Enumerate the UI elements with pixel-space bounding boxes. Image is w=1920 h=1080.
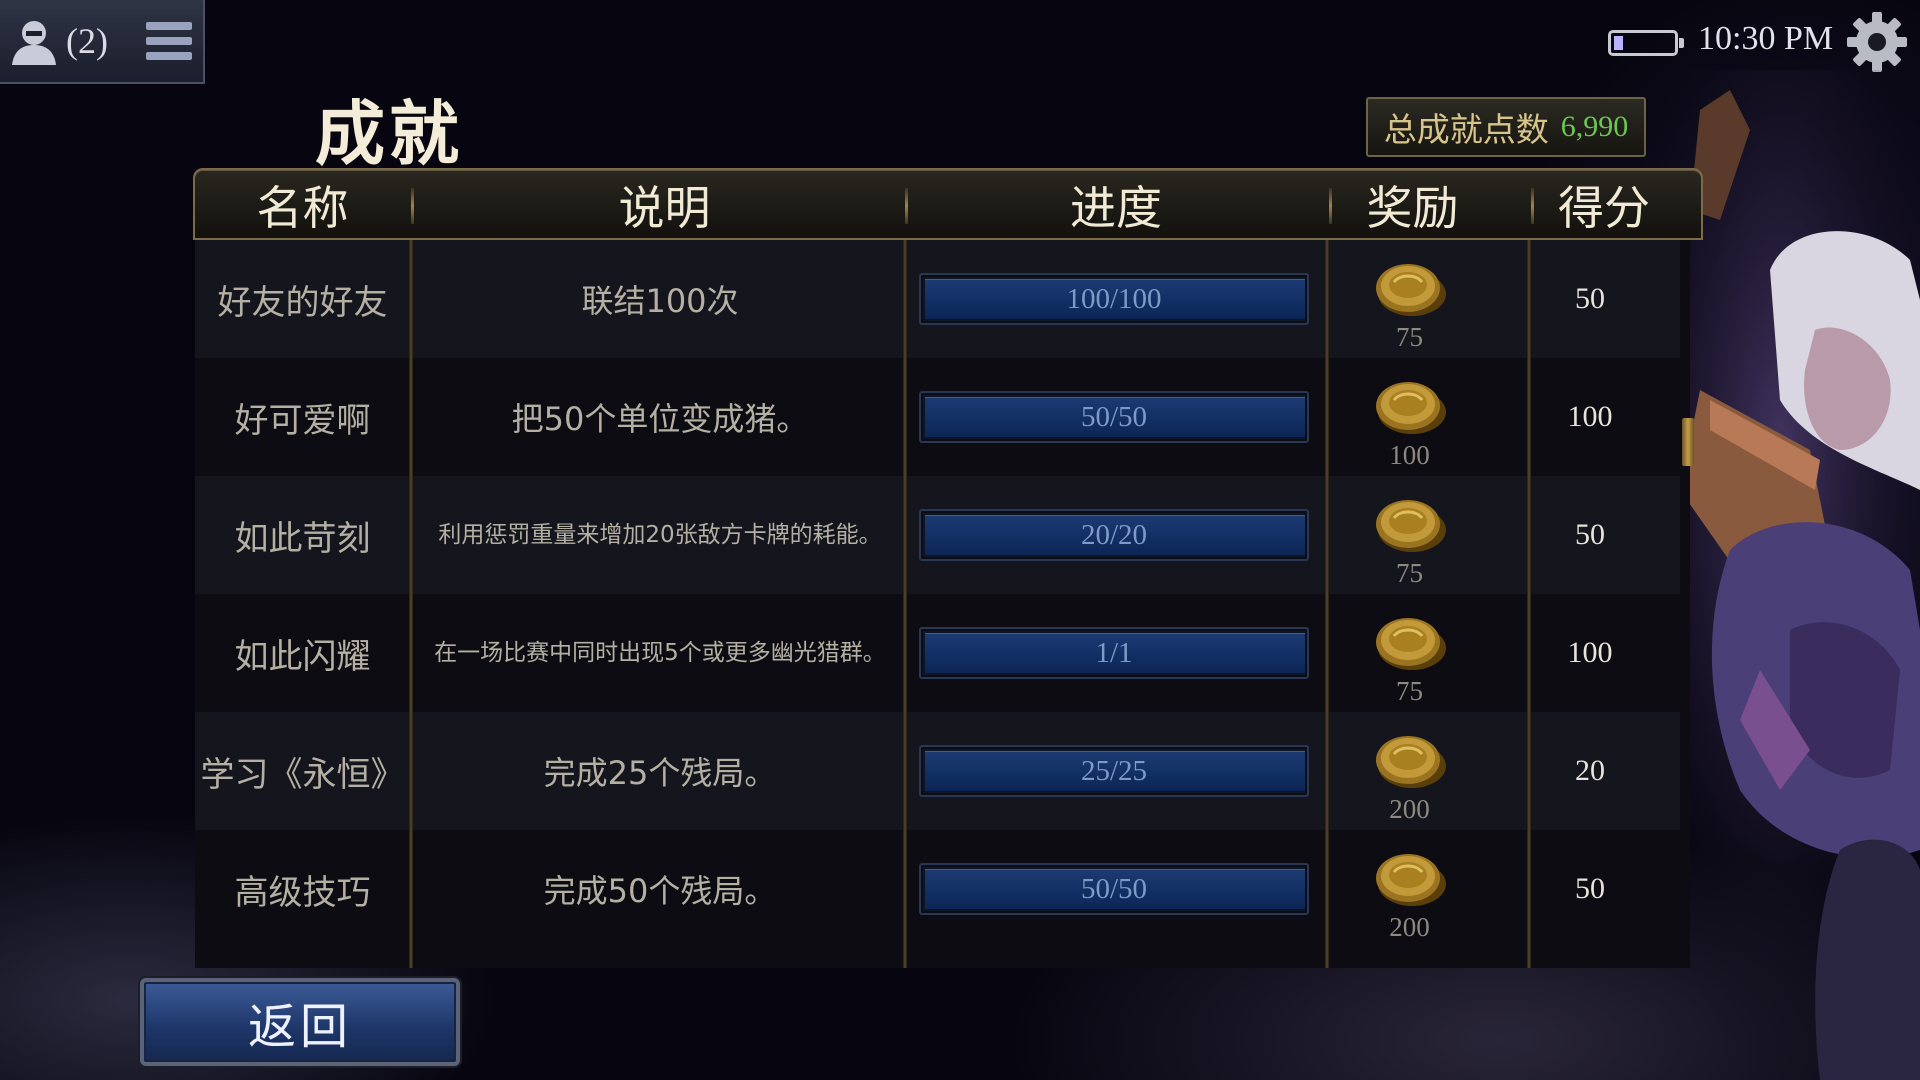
- achievement-name: 好可爱啊: [234, 400, 371, 441]
- battery-icon: [1608, 30, 1684, 56]
- header-description: 说明: [618, 181, 711, 235]
- achievement-name: 如此苛刻: [234, 518, 371, 559]
- achievement-score: 50: [1575, 872, 1605, 905]
- menu-button[interactable]: [145, 22, 192, 60]
- gold-coin-icon: [1375, 736, 1446, 788]
- reward-amount: 75: [1396, 322, 1423, 352]
- page-title: 成就: [315, 93, 463, 175]
- table-body[interactable]: 好友的好友 联结100次 100/100 75 50 好可爱啊 把50个单位变成…: [195, 240, 1690, 968]
- achievement-reward: 100: [1327, 358, 1492, 476]
- scrollbar-thumb[interactable]: [1682, 418, 1694, 466]
- achievement-reward: 200: [1327, 712, 1492, 830]
- total-points-label: 总成就点数: [1383, 110, 1549, 149]
- menu-icon-bar: [145, 22, 192, 30]
- battery-level: [1614, 36, 1623, 50]
- progress-text: 20/20: [1080, 518, 1148, 551]
- settings-button[interactable]: [1845, 10, 1909, 74]
- reward-amount: 200: [1389, 912, 1430, 942]
- header-progress: 进度: [1070, 181, 1162, 235]
- menu-icon-bar: [145, 52, 192, 60]
- table-header: 名称 说明 进度 奖励 得分: [193, 168, 1703, 240]
- gold-coin-icon: [1375, 854, 1446, 906]
- gold-coin-icon: [1375, 264, 1446, 316]
- friends-count: (2): [66, 21, 108, 61]
- achievement-row: 学习《永恒》 完成25个残局。 25/25 200 20: [195, 712, 1680, 830]
- achievement-name: 好友的好友: [217, 282, 388, 323]
- progress-text: 50/50: [1080, 400, 1148, 433]
- achievement-description: 完成25个残局。: [543, 754, 777, 792]
- reward-amount: 75: [1396, 558, 1423, 588]
- achievements-table: 名称 说明 进度 奖励 得分 好友的好友 联结100次 100/100 75 5…: [193, 168, 1703, 968]
- achievement-score: 50: [1575, 282, 1605, 315]
- progress-bar: 25/25: [919, 745, 1309, 797]
- achievement-reward: 75: [1327, 594, 1492, 712]
- friends-widget: (2): [0, 0, 205, 84]
- gear-icon: [1847, 12, 1907, 72]
- menu-icon-bar: [145, 37, 192, 45]
- achievement-description: 在一场比赛中同时出现5个或更多幽光猎群。: [434, 640, 886, 666]
- back-button[interactable]: 返回: [140, 978, 460, 1066]
- achievement-progress: 20/20: [919, 476, 1309, 594]
- achievement-description: 完成50个残局。: [543, 872, 777, 910]
- reward-amount: 100: [1389, 440, 1430, 470]
- reward-amount: 75: [1396, 676, 1423, 706]
- progress-text: 50/50: [1080, 872, 1148, 905]
- header-divider: [905, 188, 908, 224]
- achievement-reward: 75: [1327, 240, 1492, 358]
- header-score: 得分: [1558, 181, 1650, 235]
- total-points-value: 6,990: [1560, 110, 1629, 143]
- header-reward: 奖励: [1366, 181, 1459, 235]
- gold-coin-icon: [1375, 500, 1446, 552]
- achievement-description: 利用惩罚重量来增加20张敌方卡牌的耗能。: [438, 522, 882, 548]
- achievement-name: 如此闪耀: [234, 636, 371, 677]
- achievement-reward: 75: [1327, 476, 1492, 594]
- achievement-description: 把50个单位变成猪。: [511, 400, 809, 438]
- achievement-row: 如此闪耀 在一场比赛中同时出现5个或更多幽光猎群。 1/1 75 100: [195, 594, 1680, 712]
- reward-amount: 200: [1389, 794, 1430, 824]
- header-name: 名称: [256, 181, 349, 235]
- friends-icon: [12, 21, 56, 65]
- achievement-name: 学习《永恒》: [200, 754, 405, 795]
- progress-text: 1/1: [1095, 636, 1133, 669]
- achievement-description: 联结100次: [581, 282, 739, 320]
- gold-coin-icon: [1375, 618, 1446, 670]
- achievement-progress: 50/50: [919, 358, 1309, 476]
- achievement-score: 100: [1567, 400, 1613, 433]
- achievement-row: 好友的好友 联结100次 100/100 75 50: [195, 240, 1680, 358]
- progress-text: 25/25: [1080, 754, 1148, 787]
- gold-coin-icon: [1375, 382, 1446, 434]
- achievement-reward: 200: [1327, 830, 1492, 948]
- achievement-progress: 100/100: [919, 240, 1309, 358]
- achievement-progress: 1/1: [919, 594, 1309, 712]
- achievement-progress: 50/50: [919, 830, 1309, 948]
- achievement-score: 20: [1575, 754, 1605, 787]
- progress-bar: 20/20: [919, 509, 1309, 561]
- total-points-box: 总成就点数 6,990: [1366, 97, 1646, 157]
- clock: 10:30 PM: [1698, 20, 1834, 57]
- progress-bar: 50/50: [919, 863, 1309, 915]
- progress-text: 100/100: [1066, 282, 1162, 315]
- achievement-row: 高级技巧 完成50个残局。 50/50 200 50: [195, 830, 1680, 948]
- achievement-progress: 25/25: [919, 712, 1309, 830]
- achievement-name: 高级技巧: [234, 872, 371, 913]
- progress-bar: 100/100: [919, 273, 1309, 325]
- achievement-row: 好可爱啊 把50个单位变成猪。 50/50 100 100: [195, 358, 1680, 476]
- progress-bar: 50/50: [919, 391, 1309, 443]
- achievement-row: 如此苛刻 利用惩罚重量来增加20张敌方卡牌的耗能。 20/20 75 50: [195, 476, 1680, 594]
- progress-bar: 1/1: [919, 627, 1309, 679]
- friends-button[interactable]: (2): [8, 15, 108, 67]
- header-divider: [411, 188, 414, 224]
- back-button-label: 返回: [247, 999, 352, 1055]
- achievement-score: 50: [1575, 518, 1605, 551]
- achievement-score: 100: [1567, 636, 1613, 669]
